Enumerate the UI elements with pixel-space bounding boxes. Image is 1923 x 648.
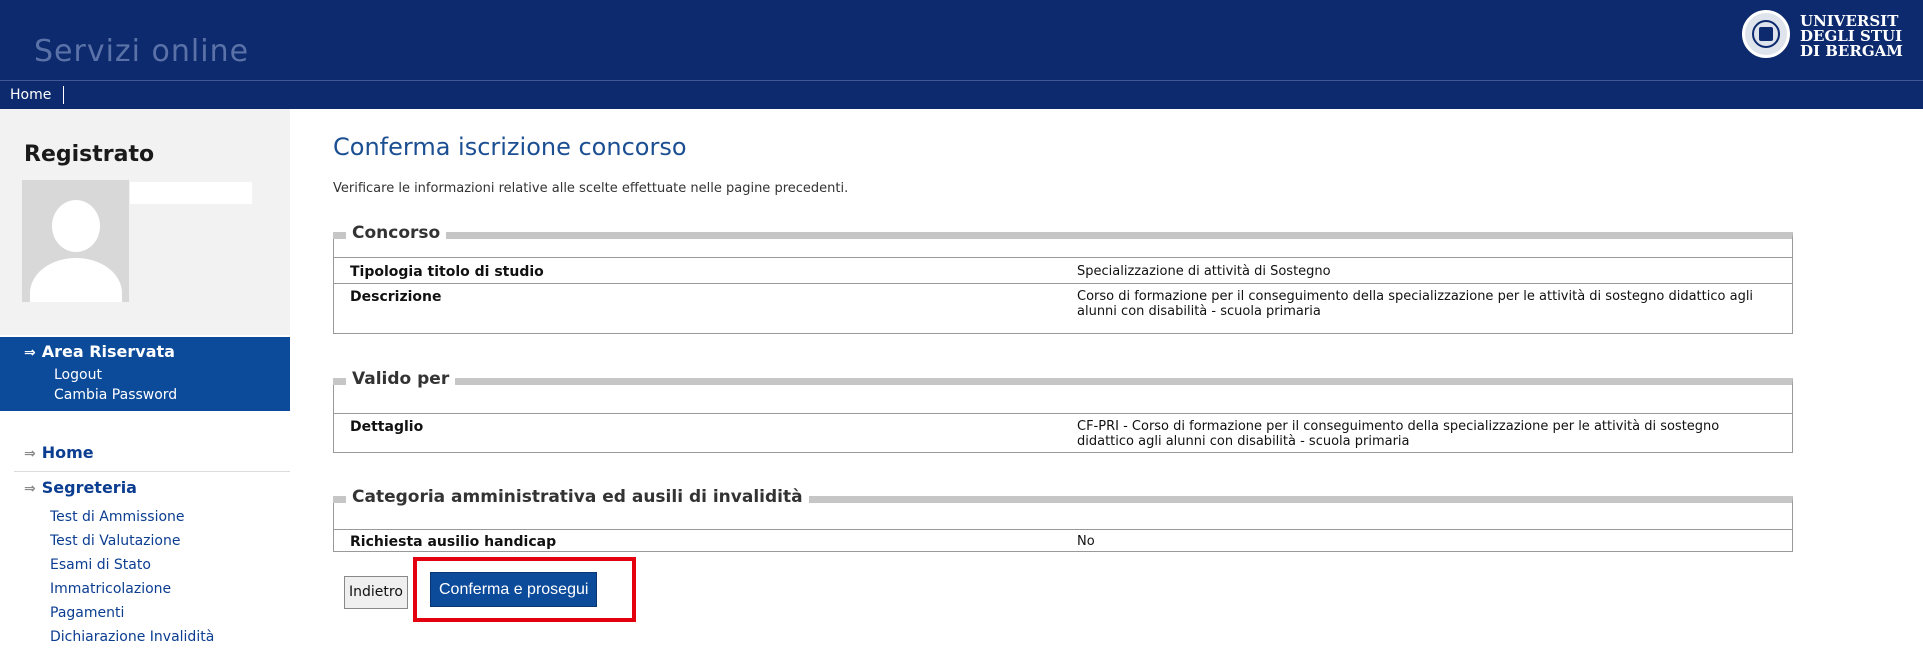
area-riservata-title[interactable]: ⇒ Area Riservata bbox=[24, 342, 175, 361]
sidebar-item-test-ammissione[interactable]: Test di Ammissione bbox=[50, 509, 185, 525]
arrow-right-icon: ⇒ bbox=[24, 481, 36, 497]
sidebar-item-immatricolazione[interactable]: Immatricolazione bbox=[50, 581, 171, 597]
sidebar: Registrato ⇒ Area Riservata Logout Cambia… bbox=[0, 109, 290, 648]
logout-link[interactable]: Logout bbox=[54, 367, 102, 383]
sidebar-item-esami-stato[interactable]: Esami di Stato bbox=[50, 557, 151, 573]
user-name-field bbox=[130, 182, 252, 204]
section-legend: Concorso bbox=[346, 223, 447, 243]
row-label: Tipologia titolo di studio bbox=[350, 264, 544, 280]
nav-home-link[interactable]: Home bbox=[10, 86, 65, 104]
section-categoria-amministrativa: Categoria amministrativa ed ausili di in… bbox=[333, 487, 1793, 552]
row-value: Specializzazione di attività di Sostegno bbox=[1077, 264, 1331, 279]
top-header: Servizi online UNIVERSIT DEGLI STUI DI B… bbox=[0, 0, 1923, 80]
university-seal-icon bbox=[1742, 10, 1790, 58]
sidebar-item-segreteria[interactable]: ⇒ Segreteria bbox=[24, 478, 137, 497]
row-value: Corso di formazione per il conseguimento… bbox=[1077, 289, 1754, 319]
arrow-right-icon: ⇒ bbox=[24, 446, 36, 462]
highlight-box bbox=[413, 557, 636, 622]
row-label: Dettaglio bbox=[350, 419, 424, 435]
sidebar-item-dichiarazione-invalidita[interactable]: Dichiarazione Invalidità bbox=[50, 629, 214, 645]
user-status-title: Registrato bbox=[24, 142, 155, 167]
sidebar-item-test-valutazione[interactable]: Test di Valutazione bbox=[50, 533, 180, 549]
area-riservata-menu: ⇒ Area Riservata Logout Cambia Password bbox=[0, 337, 290, 411]
back-button[interactable]: Indietro bbox=[344, 576, 408, 609]
sidebar-item-home[interactable]: ⇒ Home bbox=[24, 443, 94, 462]
site-brand: Servizi online bbox=[34, 34, 250, 69]
divider bbox=[14, 471, 290, 472]
row-label: Descrizione bbox=[350, 289, 442, 305]
row-value: CF-PRI - Corso di formazione per il cons… bbox=[1077, 419, 1720, 449]
section-concorso: Concorso Tipologia titolo di studio Spec… bbox=[333, 223, 1793, 334]
section-legend: Categoria amministrativa ed ausili di in… bbox=[346, 487, 809, 507]
avatar bbox=[22, 180, 129, 302]
arrow-right-icon: ⇒ bbox=[24, 345, 36, 361]
page-title: Conferma iscrizione concorso bbox=[333, 133, 687, 161]
section-legend: Valido per bbox=[346, 369, 456, 389]
row-label: Richiesta ausilio handicap bbox=[350, 534, 557, 550]
nav-bar: Home bbox=[0, 80, 1923, 109]
intro-text: Verificare le informazioni relative alle… bbox=[333, 181, 849, 196]
university-logo-text: UNIVERSIT DEGLI STUI DI BERGAM bbox=[1800, 12, 1903, 60]
change-password-link[interactable]: Cambia Password bbox=[54, 387, 177, 403]
section-valido-per: Valido per Dettaglio CF-PRI - Corso di f… bbox=[333, 369, 1793, 453]
row-value: No bbox=[1077, 534, 1095, 549]
user-panel: Registrato bbox=[0, 109, 290, 335]
sidebar-item-pagamenti[interactable]: Pagamenti bbox=[50, 605, 124, 621]
